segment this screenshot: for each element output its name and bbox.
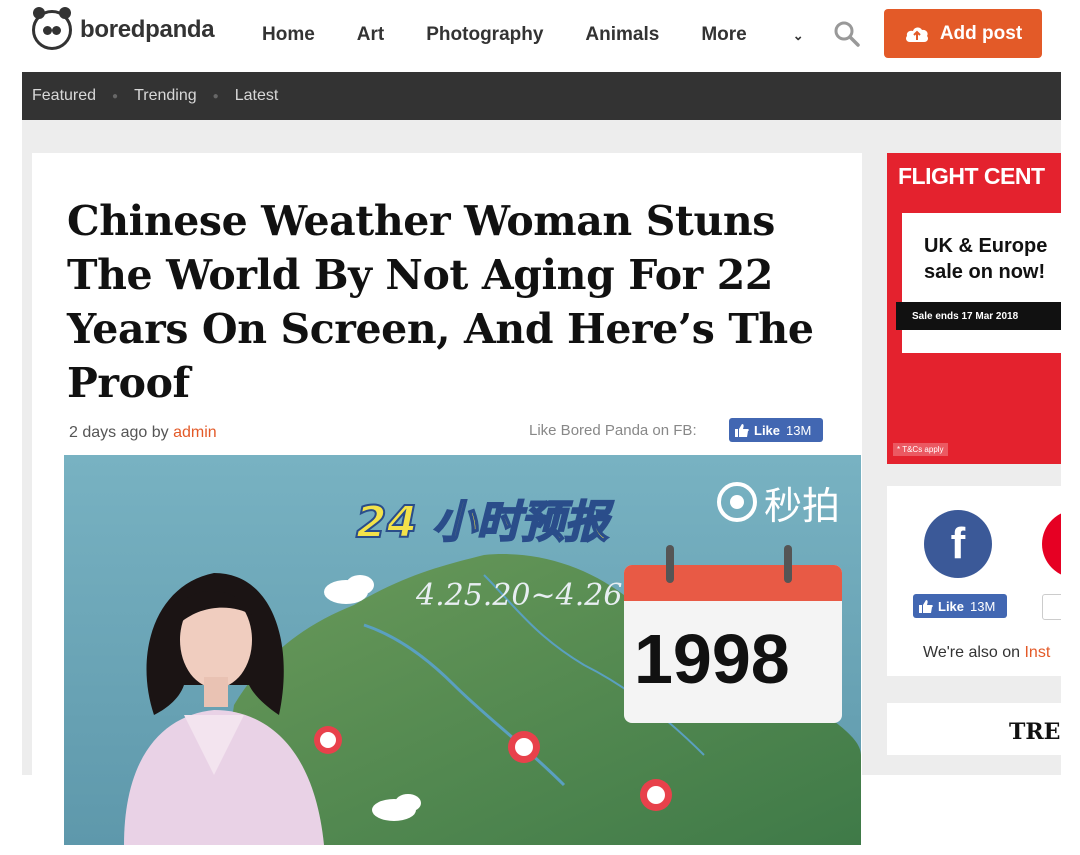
pinterest-icon[interactable] — [1042, 510, 1061, 578]
weather-sun-icon — [508, 731, 540, 763]
also-on-label: We're also on — [923, 644, 1021, 661]
facebook-icon[interactable]: f — [924, 510, 992, 578]
social-like-label: Like — [938, 598, 965, 614]
sidebar-ad[interactable]: FLIGHT CENT UK & Europe sale on now! Sal… — [887, 153, 1061, 464]
sub-nav: Featured ● Trending ● Latest — [22, 72, 1061, 120]
ad-brand: FLIGHT CENT — [898, 163, 1045, 189]
nav-item-photography[interactable]: Photography — [426, 24, 543, 46]
subnav-separator: ● — [112, 90, 119, 102]
weather-sun-icon — [640, 779, 672, 811]
site-logo[interactable]: boredpanda — [32, 7, 215, 50]
ad-terms: * T&Cs apply — [893, 443, 948, 456]
thumbs-up-icon — [919, 599, 933, 613]
panda-logo-icon — [32, 7, 72, 50]
hero-year: 1998 — [634, 620, 790, 698]
hero-watermark: 秒拍 — [764, 484, 840, 528]
chevron-down-icon: ⌄ — [792, 28, 804, 43]
nav-item-animals[interactable]: Animals — [585, 24, 659, 46]
ad-ribbon: Sale ends 17 Mar 2018 — [896, 302, 1061, 330]
ad-headline: UK & Europe sale on now! — [924, 235, 1048, 283]
search-icon[interactable] — [833, 20, 861, 48]
add-post-label: Add post — [939, 22, 1023, 44]
hero-dates: 4.25.20~4.26.2 — [415, 578, 651, 613]
subnav-featured[interactable]: Featured — [32, 87, 96, 105]
main-nav: Home Art Photography Animals More ⌄ — [262, 24, 888, 46]
nav-more-label: More — [701, 24, 747, 45]
pinterest-save-button[interactable] — [1042, 594, 1061, 620]
trending-heading: TREI — [1009, 719, 1061, 745]
cloud-upload-icon — [905, 26, 928, 42]
subnav-latest[interactable]: Latest — [235, 87, 279, 105]
logo-text: boredpanda — [80, 16, 215, 43]
trending-widget: TREI — [887, 703, 1061, 755]
article-time: 2 days ago by — [69, 424, 169, 441]
weather-sun-icon — [314, 726, 342, 754]
instagram-link[interactable]: Inst — [1024, 644, 1050, 661]
fb-prompt: Like Bored Panda on FB: — [529, 422, 697, 439]
hero-banner-text: 24 小时预报 — [356, 497, 615, 548]
social-fb-like-button[interactable]: Like 13M — [913, 594, 1007, 618]
top-header: boredpanda Home Art Photography Animals … — [0, 0, 1080, 72]
article-hero-image[interactable]: 24 小时预报 4.25.20~4.26.2 秒拍 1998 — [64, 455, 861, 845]
nav-item-art[interactable]: Art — [357, 24, 384, 46]
thumbs-up-icon — [735, 423, 749, 437]
article-meta: 2 days ago by admin — [69, 424, 217, 442]
subnav-separator: ● — [212, 90, 219, 102]
also-on-text: We're also on Inst — [923, 644, 1050, 662]
fb-like-count: 13M — [786, 422, 812, 438]
fb-like-button[interactable]: Like 13M — [729, 418, 823, 442]
article-author-link[interactable]: admin — [173, 424, 217, 441]
ad-content-box: UK & Europe sale on now! — [902, 213, 1061, 353]
nav-item-more[interactable]: More ⌄ — [701, 24, 845, 46]
article-title[interactable]: Chinese Weather Woman Stuns The World By… — [67, 194, 837, 410]
facebook-letter: f — [950, 519, 966, 568]
nav-item-home[interactable]: Home — [262, 24, 315, 46]
fb-like-label: Like — [754, 422, 781, 438]
subnav-trending[interactable]: Trending — [134, 87, 197, 105]
add-post-button[interactable]: Add post — [884, 9, 1042, 58]
social-follow-box: f Like 13M We're also on Inst — [887, 486, 1061, 676]
social-like-count: 13M — [970, 598, 996, 614]
